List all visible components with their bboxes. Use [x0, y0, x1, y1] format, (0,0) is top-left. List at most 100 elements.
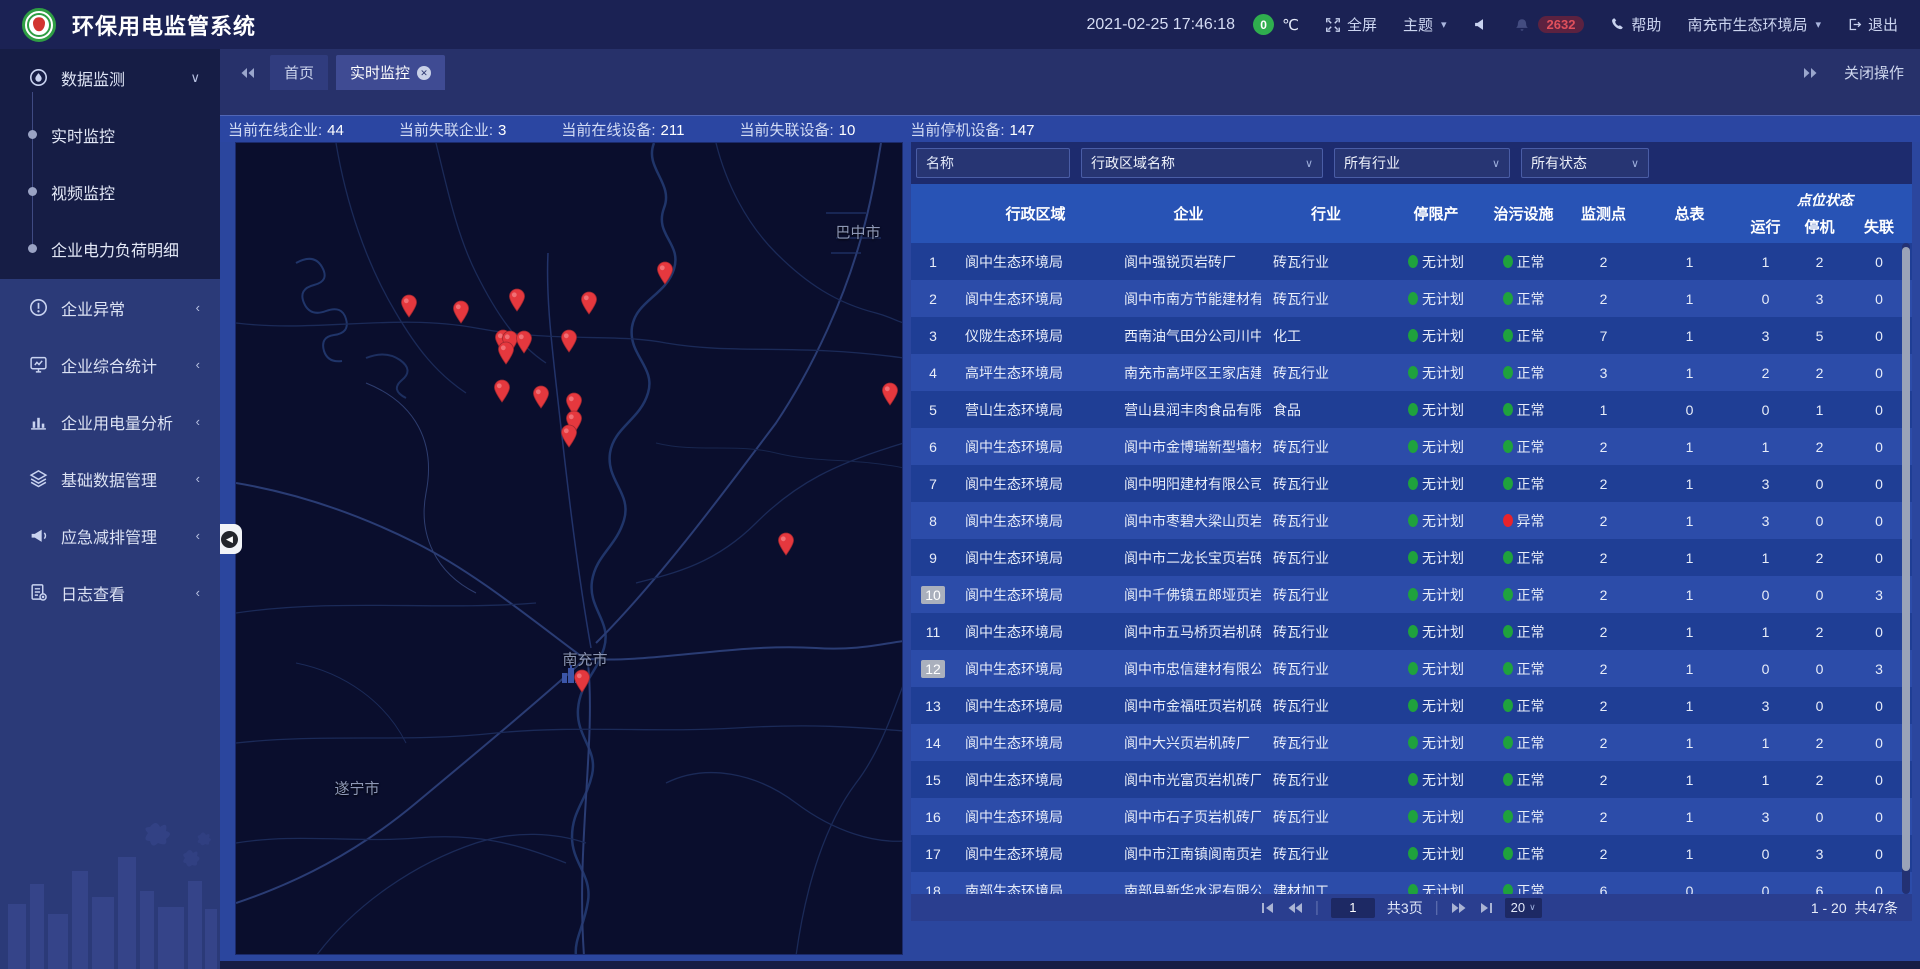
page-number-input[interactable]	[1331, 898, 1375, 918]
cell-limit-status: 无计划	[1391, 465, 1481, 502]
table-row[interactable]: 3仪陇生态环境局西南油气田分公司川中化工无计划正常71350	[911, 317, 1912, 354]
sidebar-item-video-monitoring[interactable]: 视频监控	[0, 163, 220, 220]
stats-bar: 当前在线企业:44当前失联企业:3当前在线设备:211当前失联设备:10当前停机…	[220, 115, 1920, 142]
first-page-button[interactable]	[1261, 902, 1275, 914]
total-pages-label: 共3页	[1387, 898, 1423, 918]
cell-index: 2	[911, 280, 955, 317]
cell-limit-status: 无计划	[1391, 576, 1481, 613]
sidebar-item-log-view[interactable]: 日志查看‹	[0, 564, 220, 621]
status-dot-icon	[1503, 662, 1513, 675]
region-filter-select[interactable]: 行政区域名称∨	[1081, 148, 1323, 178]
table-row[interactable]: 16阆中生态环境局阆中市石子页岩机砖厂砖瓦行业无计划正常21300	[911, 798, 1912, 835]
status-filter-select[interactable]: 所有状态∨	[1521, 148, 1649, 178]
close-operations-button[interactable]: 关闭操作	[1844, 62, 1904, 83]
table-row[interactable]: 7阆中生态环境局阆中明阳建材有限公司砖瓦行业无计划正常21300	[911, 465, 1912, 502]
sidebar-item-realtime-monitoring[interactable]: 实时监控	[0, 106, 220, 163]
table-row[interactable]: 1阆中生态环境局阆中强锐页岩砖厂砖瓦行业无计划正常21120	[911, 243, 1912, 280]
bell-icon	[1514, 17, 1530, 33]
status-dot-icon	[1503, 699, 1513, 712]
map-panel[interactable]: 巴中市南充市遂宁市	[235, 142, 903, 955]
table-row[interactable]: 4高坪生态环境局南充市高坪区王家店建砖瓦行业无计划正常31220	[911, 354, 1912, 391]
logout-icon	[1847, 17, 1862, 32]
sidebar-item-power-analysis[interactable]: 企业用电量分析‹	[0, 393, 220, 450]
status-dot-icon	[1503, 847, 1513, 860]
prev-page-button[interactable]	[1287, 902, 1303, 914]
sidebar-item-enterprise-abnormal[interactable]: 企业异常‹	[0, 279, 220, 336]
table-row[interactable]: 8阆中生态环境局阆中市枣碧大梁山页岩砖瓦行业无计划异常21300	[911, 502, 1912, 539]
cell-treatment-status: 正常	[1481, 798, 1566, 835]
logout-button[interactable]: 退出	[1847, 14, 1898, 35]
cell-index: 6	[911, 428, 955, 465]
cell-monitor-count: 2	[1566, 243, 1641, 280]
help-button[interactable]: 帮助	[1610, 14, 1661, 35]
name-filter-input[interactable]	[916, 148, 1070, 178]
table-row[interactable]: 6阆中生态环境局阆中市金博瑞新型墙材砖瓦行业无计划正常21120	[911, 428, 1912, 465]
cell-industry: 食品	[1261, 391, 1391, 428]
cell-treatment-status: 正常	[1481, 243, 1566, 280]
speaker-icon	[1473, 17, 1488, 32]
table-row[interactable]: 2阆中生态环境局阆中市南方节能建材有砖瓦行业无计划正常21030	[911, 280, 1912, 317]
cell-limit-status: 无计划	[1391, 502, 1481, 539]
cell-run-count: 2	[1738, 354, 1793, 391]
cell-monitor-count: 2	[1566, 576, 1641, 613]
table-row[interactable]: 15阆中生态环境局阆中市光富页岩机砖厂砖瓦行业无计划正常21120	[911, 761, 1912, 798]
theme-dropdown[interactable]: 主题▾	[1403, 14, 1447, 35]
status-dot-icon	[1408, 440, 1418, 453]
cell-region: 高坪生态环境局	[955, 354, 1116, 391]
table-row[interactable]: 14阆中生态环境局阆中大兴页岩机砖厂砖瓦行业无计划正常21120	[911, 724, 1912, 761]
tab-home[interactable]: 首页	[270, 55, 328, 90]
cell-stop-count: 2	[1793, 243, 1846, 280]
table-row[interactable]: 11阆中生态环境局阆中市五马桥页岩机砖砖瓦行业无计划正常21120	[911, 613, 1912, 650]
phone-icon	[1610, 17, 1625, 32]
next-page-button[interactable]	[1451, 902, 1467, 914]
table-row[interactable]: 17阆中生态环境局阆中市江南镇阆南页岩砖瓦行业无计划正常21030	[911, 835, 1912, 872]
cell-run-count: 0	[1738, 872, 1793, 894]
cell-index: 16	[911, 798, 955, 835]
table-scrollbar[interactable]	[1902, 243, 1910, 894]
status-dot-icon	[1503, 440, 1513, 453]
notifications[interactable]: 2632	[1514, 16, 1585, 33]
sidebar-item-power-load-detail[interactable]: 企业电力负荷明细	[0, 220, 220, 277]
cell-monitor-count: 2	[1566, 724, 1641, 761]
cell-industry: 砖瓦行业	[1261, 613, 1391, 650]
table-body: 1阆中生态环境局阆中强锐页岩砖厂砖瓦行业无计划正常211202阆中生态环境局阆中…	[911, 243, 1912, 894]
tabs-scroll-right-button[interactable]	[1796, 55, 1826, 90]
table-row[interactable]: 9阆中生态环境局阆中市二龙长宝页岩砖砖瓦行业无计划正常21120	[911, 539, 1912, 576]
tab-close-icon[interactable]: ✕	[417, 66, 431, 80]
table-row[interactable]: 10阆中生态环境局阆中千佛镇五郎垭页岩砖瓦行业无计划正常21003	[911, 576, 1912, 613]
cell-run-count: 1	[1738, 243, 1793, 280]
sidebar-item-enterprise-stats[interactable]: 企业综合统计‹	[0, 336, 220, 393]
org-dropdown[interactable]: 南充市生态环境局▾	[1687, 14, 1821, 35]
cell-limit-status: 无计划	[1391, 650, 1481, 687]
status-dot-icon	[1408, 403, 1418, 416]
table-row[interactable]: 13阆中生态环境局阆中市金福旺页岩机砖砖瓦行业无计划正常21300	[911, 687, 1912, 724]
column-header-meter: 总表	[1641, 184, 1738, 243]
cell-enterprise: 阆中市忠信建材有限公	[1116, 650, 1261, 687]
sidebar-item-data-monitoring[interactable]: 数据监测∨	[0, 49, 220, 106]
column-header-run: 运行	[1738, 216, 1793, 237]
cell-enterprise: 阆中市二龙长宝页岩砖	[1116, 539, 1261, 576]
scrollbar-thumb[interactable]	[1902, 247, 1910, 871]
industry-filter-select[interactable]: 所有行业∨	[1334, 148, 1510, 178]
table-row[interactable]: 5营山生态环境局营山县润丰肉食品有限食品无计划正常10010	[911, 391, 1912, 428]
cell-limit-status: 无计划	[1391, 872, 1481, 894]
fullscreen-button[interactable]: 全屏	[1325, 14, 1377, 35]
city-label: 遂宁市	[334, 778, 379, 799]
cell-monitor-count: 2	[1566, 502, 1641, 539]
last-page-button[interactable]	[1479, 902, 1493, 914]
sidebar-item-emergency-reduction[interactable]: 应急减排管理‹	[0, 507, 220, 564]
mute-button[interactable]	[1473, 17, 1488, 32]
table-row[interactable]: 18南部生态环境局南部县新华水泥有限公建材加工无计划正常60060	[911, 872, 1912, 894]
cell-limit-status: 无计划	[1391, 835, 1481, 872]
cell-enterprise: 阆中市光富页岩机砖厂	[1116, 761, 1261, 798]
collapse-map-button[interactable]: ◀	[220, 524, 242, 554]
tabs-scroll-left-button[interactable]	[232, 55, 262, 90]
cell-run-count: 0	[1738, 280, 1793, 317]
cell-monitor-count: 2	[1566, 835, 1641, 872]
cell-limit-status: 无计划	[1391, 687, 1481, 724]
cell-meter-count: 1	[1641, 502, 1738, 539]
table-row[interactable]: 12阆中生态环境局阆中市忠信建材有限公砖瓦行业无计划正常21003	[911, 650, 1912, 687]
sidebar-item-base-data[interactable]: 基础数据管理‹	[0, 450, 220, 507]
page-size-select[interactable]: 20∨	[1505, 898, 1542, 918]
tab-realtime-monitoring[interactable]: 实时监控 ✕	[336, 55, 445, 90]
